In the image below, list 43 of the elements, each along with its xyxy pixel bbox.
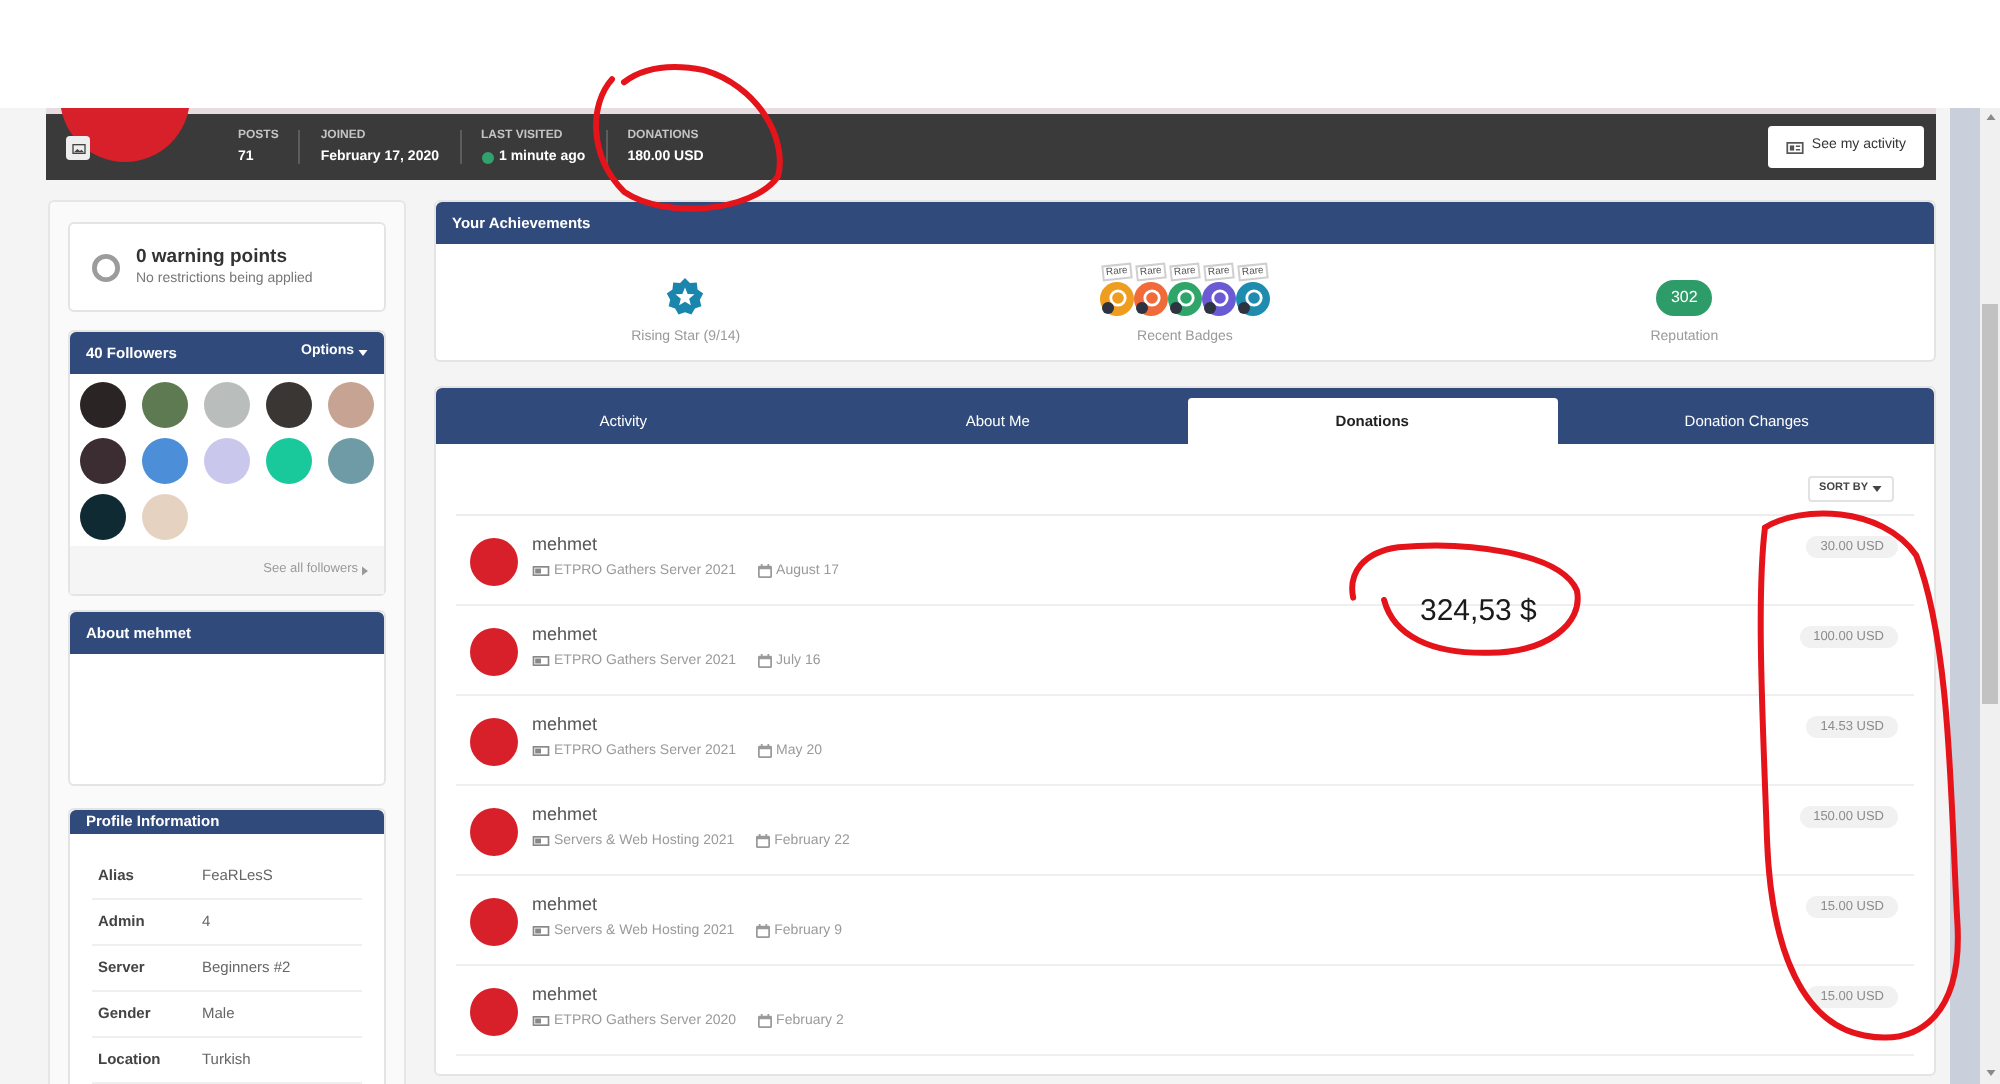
warning-title: 0 warning points bbox=[136, 248, 289, 268]
follower-avatar[interactable] bbox=[266, 382, 312, 428]
card-icon bbox=[532, 1016, 550, 1026]
donor-name[interactable]: mehmet bbox=[532, 626, 821, 644]
image-icon bbox=[71, 143, 85, 153]
star-badge-icon bbox=[666, 278, 705, 316]
caret-icon bbox=[1872, 486, 1882, 492]
donor-name[interactable]: mehmet bbox=[532, 896, 842, 914]
donor-name[interactable]: mehmet bbox=[532, 986, 844, 1004]
scrollbar[interactable] bbox=[1980, 108, 2000, 1084]
user-avatar bbox=[470, 538, 518, 586]
caret-icon bbox=[362, 565, 368, 575]
donor-name[interactable]: mehmet bbox=[532, 716, 823, 734]
scrollbar-thumb[interactable] bbox=[1982, 304, 1998, 704]
user-avatar bbox=[470, 988, 518, 1036]
user-avatar bbox=[470, 628, 518, 676]
card-icon bbox=[532, 656, 550, 666]
donor-name[interactable]: mehmet bbox=[532, 806, 850, 824]
calendar-icon bbox=[758, 744, 773, 758]
calendar-icon bbox=[758, 654, 773, 668]
change-photo-button[interactable] bbox=[66, 136, 90, 160]
circle-icon bbox=[92, 253, 120, 281]
handwritten-note: 324,53 $ bbox=[1420, 596, 1537, 626]
news-icon bbox=[1785, 141, 1804, 153]
scroll-up-icon[interactable] bbox=[1985, 114, 1995, 120]
calendar-icon bbox=[758, 564, 773, 578]
card-icon bbox=[532, 566, 550, 576]
card-icon bbox=[532, 926, 550, 936]
card-icon bbox=[532, 746, 550, 756]
user-avatar bbox=[470, 718, 518, 766]
calendar-icon bbox=[758, 1014, 773, 1028]
calendar-icon bbox=[756, 834, 771, 848]
reputation-count: 302 bbox=[1656, 280, 1712, 316]
follower-avatar[interactable] bbox=[80, 438, 126, 484]
donor-name[interactable]: mehmet bbox=[532, 536, 840, 554]
user-avatar bbox=[470, 898, 518, 946]
user-avatar bbox=[470, 808, 518, 856]
card-icon bbox=[532, 836, 550, 846]
caret-icon bbox=[358, 350, 368, 356]
follower-avatar[interactable] bbox=[80, 382, 126, 428]
calendar-icon bbox=[756, 924, 771, 938]
scroll-down-icon[interactable] bbox=[1985, 1070, 1995, 1076]
follower-avatar[interactable] bbox=[80, 494, 126, 540]
